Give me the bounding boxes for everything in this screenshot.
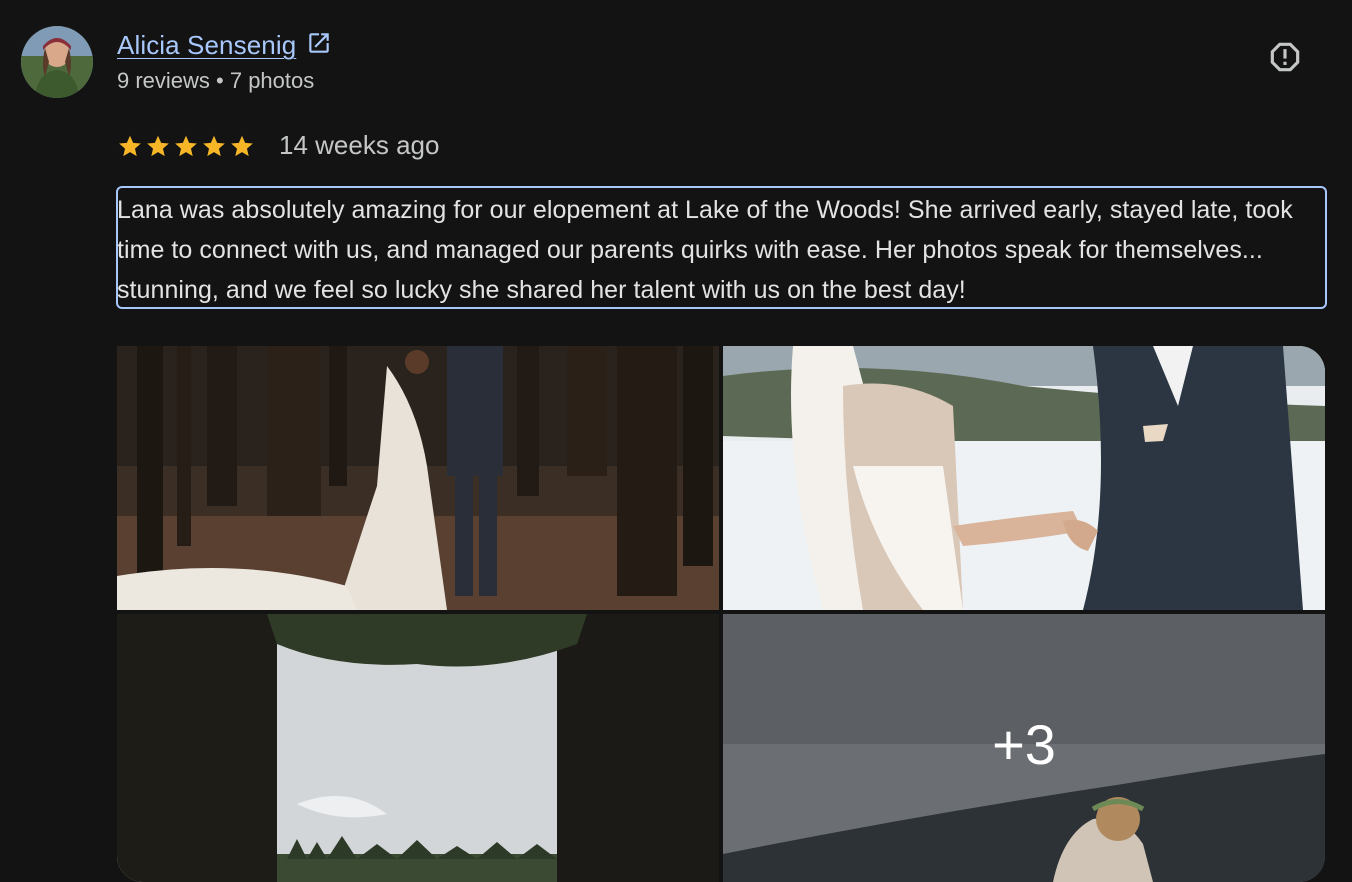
star-icon [203,135,225,156]
report-icon [1266,38,1304,81]
review-photo[interactable] [117,614,719,882]
reviewer-stats: 9 reviews • 7 photos [117,68,315,93]
review-photo-more[interactable]: +3 [723,614,1325,882]
star-icon [231,135,253,156]
star-icon [147,135,169,156]
more-photos-label[interactable]: +3 [723,614,1325,882]
report-button[interactable] [1262,36,1308,82]
star-rating [117,133,255,159]
review-photo[interactable] [723,346,1325,610]
review-date: 14 weeks ago [279,130,440,160]
review-card: Alicia Sensenig 9 reviews • 7 photos 14 … [0,0,1352,882]
review-photo[interactable] [117,346,719,610]
star-icon [119,135,141,156]
open-in-new-icon [306,30,332,61]
rating-row: 14 weeks ago [117,130,439,161]
review-text[interactable]: Lana was absolutely amazing for our elop… [117,190,1327,310]
star-icon [175,135,197,156]
reviewer-name-link[interactable]: Alicia Sensenig [117,30,332,61]
reviewer-avatar[interactable] [21,26,93,98]
reviewer-name[interactable]: Alicia Sensenig [117,30,296,61]
